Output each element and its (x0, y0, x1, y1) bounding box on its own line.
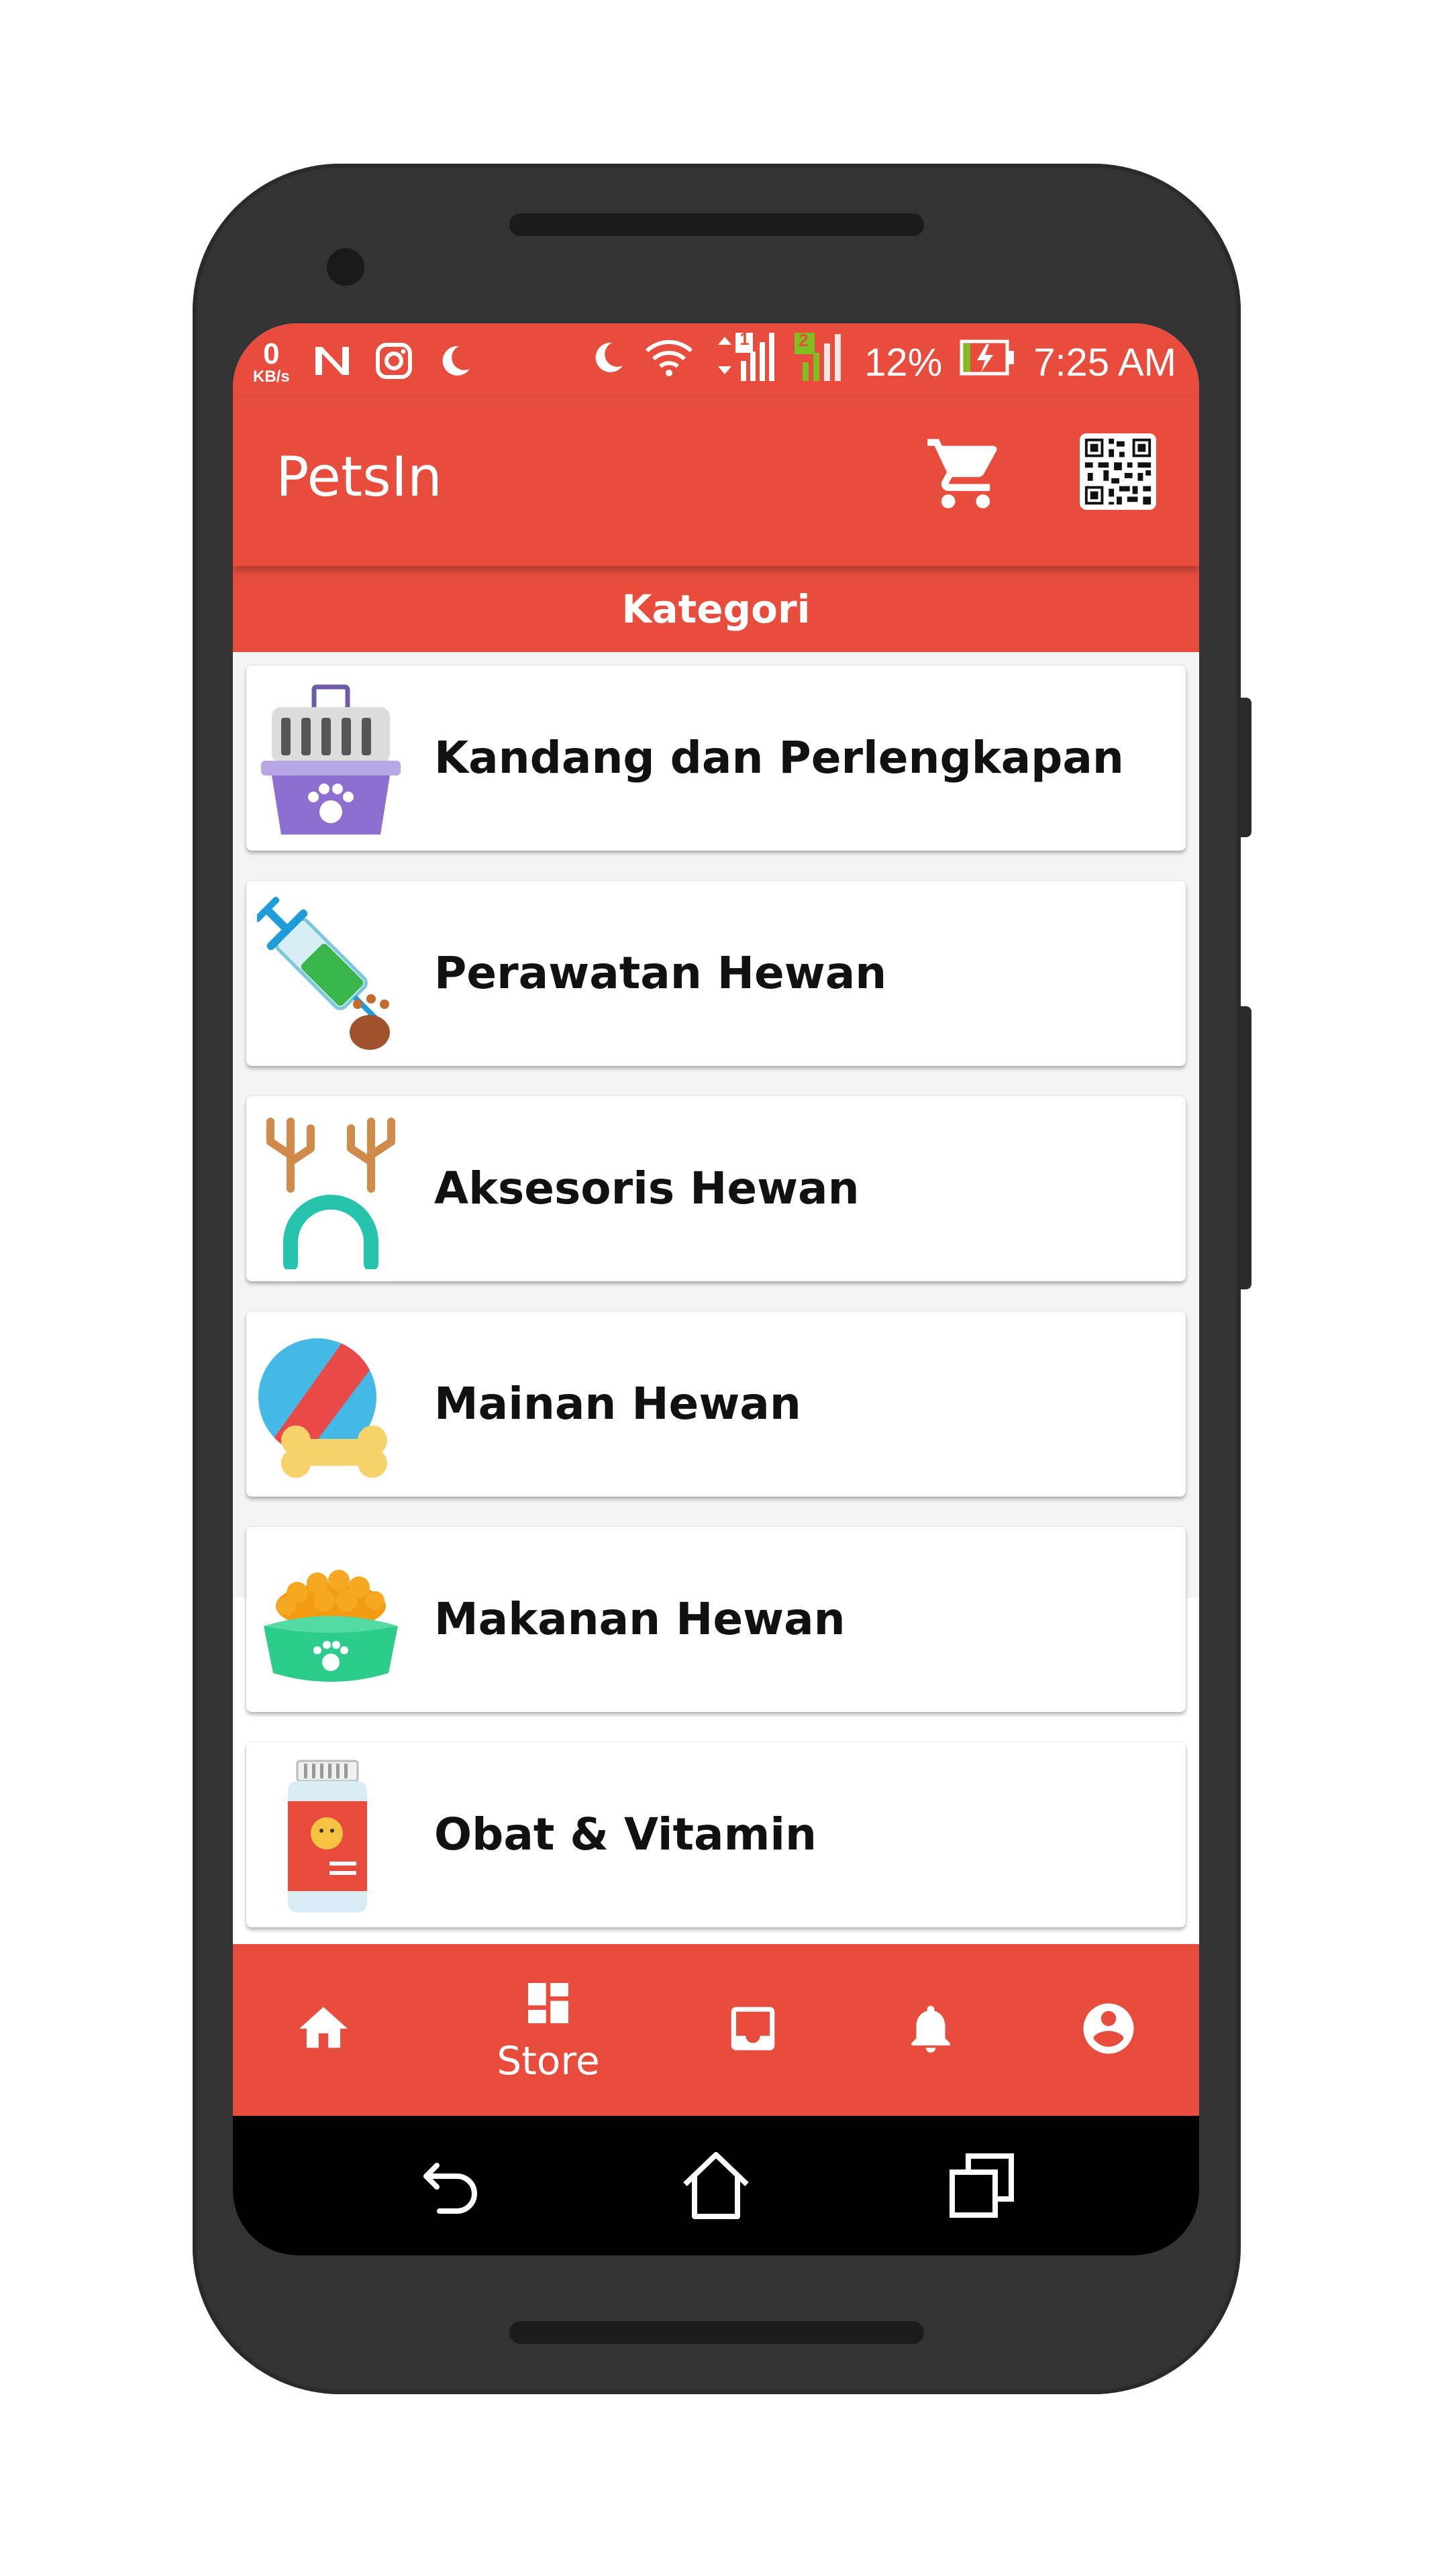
back-icon[interactable] (410, 2145, 491, 2226)
antler-headband-icon (257, 1108, 405, 1271)
category-card-obat[interactable]: Obat & Vitamin (246, 1742, 1186, 1927)
nav-store-label: Store (497, 2038, 600, 2084)
medicine-bottle-icon (257, 1754, 405, 1915)
category-card-perawatan[interactable]: Perawatan Hewan (246, 881, 1186, 1066)
category-card-mainan[interactable]: Mainan Hewan (246, 1311, 1186, 1497)
moon-icon (436, 342, 474, 383)
bottom-navigation: Store (233, 1944, 1199, 2116)
food-bowl-icon (257, 1539, 405, 1700)
home-icon (295, 2000, 352, 2060)
category-label: Aksesoris Hewan (434, 1163, 860, 1214)
cart-icon[interactable] (924, 432, 1007, 515)
top-speaker (509, 213, 924, 236)
category-label: Makanan Hewan (434, 1593, 846, 1645)
category-label: Obat & Vitamin (434, 1809, 817, 1860)
front-camera (327, 248, 364, 286)
signal-icon: 1 (711, 329, 776, 393)
network-speed-unit: KB/s (253, 368, 290, 386)
app-screen: 0 KB/s 1 2 12% 7:25 AM PetsIn Kategori K… (233, 323, 1199, 2255)
nav-home[interactable] (273, 1944, 374, 2116)
category-card-aksesoris[interactable]: Aksesoris Hewan (246, 1096, 1186, 1281)
bottom-speaker (509, 2321, 924, 2344)
clock: 7:25 AM (1033, 340, 1176, 384)
power-button (1241, 1006, 1251, 1289)
section-title: Kategori (233, 566, 1199, 652)
status-bar: 0 KB/s 1 2 12% 7:25 AM (233, 323, 1199, 398)
sim1-badge: 1 (739, 329, 750, 349)
signal-icon: 2 (793, 330, 847, 393)
network-speed: 0 KB/s (253, 339, 290, 385)
qr-code-icon[interactable] (1080, 433, 1156, 510)
wifi-icon (644, 337, 694, 387)
syringe-icon (254, 893, 405, 1054)
instagram-icon (374, 341, 413, 384)
system-navigation-bar (233, 2116, 1199, 2255)
inbox-icon (724, 2000, 782, 2060)
category-card-makanan[interactable]: Makanan Hewan (246, 1527, 1186, 1712)
battery-charging-icon (960, 337, 1016, 387)
notification-n-icon (313, 344, 352, 381)
store-dashboard-icon (521, 1976, 575, 2033)
home-outline-icon[interactable] (676, 2145, 756, 2226)
moon-icon (589, 339, 627, 386)
nav-notifications[interactable] (880, 1944, 981, 2116)
battery-percent: 12% (864, 340, 943, 384)
category-label: Mainan Hewan (434, 1378, 801, 1430)
network-speed-value: 0 (263, 337, 280, 370)
ball-bone-icon (257, 1324, 405, 1485)
sim2-badge: 2 (799, 330, 809, 350)
pet-carrier-icon (257, 678, 405, 839)
recents-icon[interactable] (941, 2145, 1022, 2226)
category-label: Perawatan Hewan (434, 947, 887, 999)
nav-store[interactable]: Store (481, 1944, 615, 2116)
category-card-kandang[interactable]: Kandang dan Perlengkapan (246, 665, 1186, 851)
category-list: Kandang dan Perlengkapan Perawatan Hewan… (233, 652, 1199, 1927)
app-bar: PetsIn (233, 398, 1199, 566)
category-label: Kandang dan Perlengkapan (434, 732, 1124, 784)
account-icon (1078, 1998, 1139, 2061)
nav-inbox[interactable] (703, 1944, 803, 2116)
app-title: PetsIn (276, 445, 443, 509)
nav-account[interactable] (1058, 1944, 1159, 2116)
bell-icon (902, 2000, 960, 2060)
volume-button (1241, 698, 1251, 837)
